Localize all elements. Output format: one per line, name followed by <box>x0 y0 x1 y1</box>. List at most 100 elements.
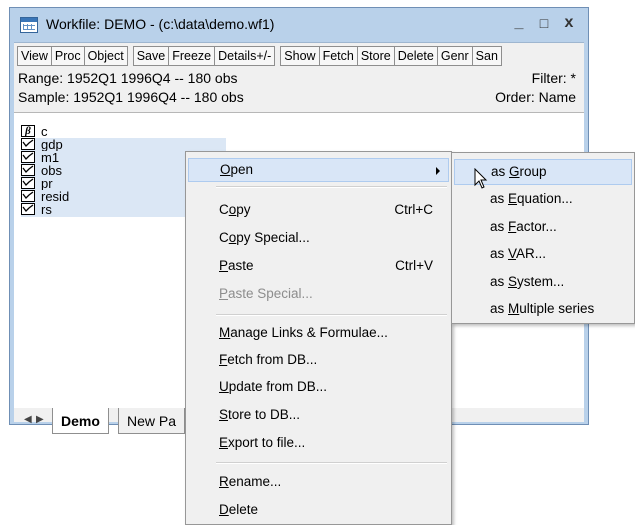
workfile-icon <box>20 17 38 33</box>
menu-separator <box>216 314 447 316</box>
range-row: Range: 1952Q1 1996Q4 -- 180 obs Filter: … <box>18 70 576 88</box>
minimize-icon[interactable]: _ <box>509 13 529 33</box>
submenu-item-var[interactable]: as VAR... <box>454 241 632 267</box>
label-post: etch from DB... <box>227 352 318 367</box>
info-bar: Range: 1952Q1 1996Q4 -- 180 obs Filter: … <box>14 68 584 112</box>
access-key: E <box>508 191 518 206</box>
access-key: V <box>508 246 517 261</box>
menu-item-open[interactable]: Open <box>188 158 449 182</box>
toolbar-button-view[interactable]: View <box>17 45 52 66</box>
toolbar-button-proc[interactable]: Proc <box>50 45 85 66</box>
menu-item-store-db[interactable]: Store to DB... <box>188 403 449 427</box>
label-post: py Special... <box>236 230 310 245</box>
menu-item-update-db[interactable]: Update from DB... <box>188 375 449 399</box>
sample-row: Sample: 1952Q1 1996Q4 -- 180 obs Order: … <box>18 89 576 107</box>
tab-scroll-right-icon[interactable]: ▶ <box>36 414 44 425</box>
access-key: U <box>219 379 229 394</box>
filter-text[interactable]: Filter: * <box>532 70 576 86</box>
mouse-pointer-icon <box>474 168 488 189</box>
series-icon <box>21 190 35 202</box>
label-post: aste <box>228 258 254 273</box>
label-pre: as <box>491 164 510 179</box>
menu-separator <box>216 462 447 464</box>
access-key: F <box>219 352 228 367</box>
maximize-icon[interactable]: □ <box>534 13 554 33</box>
menu-item-manage-links[interactable]: Manage Links & Formulae... <box>188 321 449 345</box>
menu-item-paste[interactable]: Paste Ctrl+V <box>188 254 449 278</box>
series-icon <box>21 203 35 215</box>
coefficient-icon: β <box>21 125 35 137</box>
menu-item-copy[interactable]: Copy Ctrl+C <box>188 198 449 222</box>
submenu-item-system[interactable]: as System... <box>454 269 632 295</box>
series-icon <box>21 151 35 163</box>
sample-text[interactable]: Sample: 1952Q1 1996Q4 -- 180 obs <box>18 89 244 105</box>
menu-item-copy-special[interactable]: Copy Special... <box>188 226 449 250</box>
submenu-item-factor[interactable]: as Factor... <box>454 214 632 240</box>
label-post: pen <box>230 162 254 177</box>
access-key: R <box>219 474 229 489</box>
series-icon <box>21 138 35 150</box>
submenu-arrow-icon <box>436 167 440 175</box>
menu-item-delete[interactable]: Delete <box>188 498 449 522</box>
label-post: py <box>236 202 251 217</box>
series-icon <box>21 177 35 189</box>
title-bar[interactable]: Workfile: DEMO - (c:\data\demo.wf1) _ □ … <box>10 8 588 42</box>
label-post: pdate from DB... <box>228 379 328 394</box>
toolbar-button-san[interactable]: San <box>471 45 502 66</box>
label-post: anage Links & Formulae... <box>230 325 388 340</box>
shortcut-paste: Ctrl+V <box>395 258 433 273</box>
toolbar-button-store[interactable]: Store <box>356 45 395 66</box>
toolbar-button-save[interactable]: Save <box>132 45 170 66</box>
toolbar-button-freeze[interactable]: Freeze <box>168 45 216 66</box>
label-post: actor... <box>516 219 557 234</box>
label-post: ystem... <box>517 274 565 289</box>
series-icon <box>21 164 35 176</box>
toolbar-button-object[interactable]: Object <box>83 45 128 66</box>
label-pre: C <box>219 230 229 245</box>
toolbar-button-details[interactable]: Details+/- <box>214 45 276 66</box>
window-title: Workfile: DEMO - (c:\data\demo.wf1) <box>46 16 275 32</box>
menu-item-export[interactable]: Export to file... <box>188 431 449 455</box>
toolbar-button-fetch[interactable]: Fetch <box>318 45 358 66</box>
label-pre: C <box>219 202 229 217</box>
toolbar-button-genr[interactable]: Genr <box>436 45 473 66</box>
toolbar-button-show[interactable]: Show <box>280 45 320 66</box>
object-name: rs <box>41 202 52 217</box>
access-key: S <box>219 407 229 422</box>
menu-item-rename[interactable]: Rename... <box>188 470 449 494</box>
access-key: D <box>219 502 229 517</box>
label-post: quation... <box>517 191 573 206</box>
access-key: O <box>220 162 231 177</box>
label-post: roup <box>519 164 547 179</box>
menu-item-paste-special[interactable]: Paste Special... <box>188 282 449 306</box>
label-post: xport to file... <box>228 435 306 450</box>
order-text[interactable]: Order: Name <box>495 89 576 105</box>
label-pre: as <box>490 191 509 206</box>
toolbar-button-delete[interactable]: Delete <box>393 45 438 66</box>
access-key: P <box>219 286 229 301</box>
close-icon[interactable]: x <box>559 13 579 33</box>
tab-scroll-left-icon[interactable]: ◀ <box>24 414 32 425</box>
label-pre: as <box>490 301 509 316</box>
submenu-item-multiple-series[interactable]: as Multiple series <box>454 296 632 322</box>
tab-new-page[interactable]: New Pa <box>118 408 186 434</box>
access-key: M <box>219 325 231 340</box>
label-post: aste Special... <box>228 286 313 301</box>
access-key: E <box>219 435 229 450</box>
label-pre: as <box>490 219 509 234</box>
menu-item-fetch-db[interactable]: Fetch from DB... <box>188 348 449 372</box>
context-menu: Open Copy Ctrl+C Copy Special... Paste C… <box>185 151 452 525</box>
menu-separator <box>216 186 447 188</box>
access-key: M <box>508 301 520 316</box>
toolbar: View Proc Object Save Freeze Details+/- Show Fe… <box>14 42 584 68</box>
label-post: tore to DB... <box>228 407 301 422</box>
access-key: S <box>508 274 518 289</box>
range-text[interactable]: Range: 1952Q1 1996Q4 -- 180 obs <box>18 70 238 86</box>
label-post: AR... <box>516 246 547 261</box>
access-key: G <box>509 164 520 179</box>
access-key: P <box>219 258 229 273</box>
label-post: ultiple series <box>519 301 595 316</box>
label-pre: as <box>490 274 509 289</box>
label-post: elete <box>228 502 259 517</box>
tab-demo[interactable]: Demo <box>52 408 109 434</box>
